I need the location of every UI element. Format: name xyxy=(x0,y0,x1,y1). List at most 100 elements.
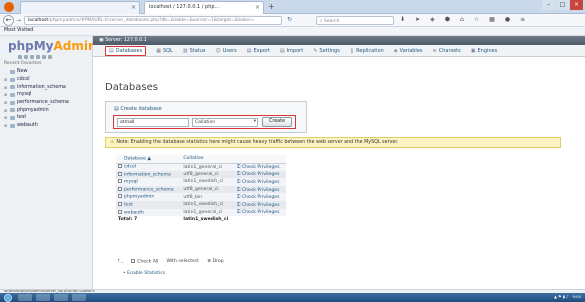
create-button[interactable]: Create xyxy=(262,117,292,127)
tab-replication[interactable]: ❙ Replication xyxy=(350,48,384,54)
docs-icon[interactable] xyxy=(36,55,40,59)
close-icon[interactable]: × xyxy=(255,4,260,11)
logout-icon[interactable] xyxy=(24,55,28,59)
settings-icon[interactable] xyxy=(42,55,46,59)
check-all-checkbox[interactable] xyxy=(131,259,136,263)
check-privileges-link[interactable]: ⚿ Check Privileges xyxy=(234,200,286,209)
tab-charsets[interactable]: ≡ Charsets xyxy=(433,48,461,54)
nav-quick-icons xyxy=(18,55,52,59)
shield-icon[interactable]: ◈ xyxy=(430,16,435,23)
row-checkbox[interactable] xyxy=(118,202,122,207)
addon-icon[interactable]: ● xyxy=(505,16,510,23)
database-link[interactable]: performance_schema xyxy=(124,187,174,192)
check-privileges-link[interactable]: ⚿ Check Privileges xyxy=(234,178,286,186)
close-window-button[interactable]: × xyxy=(570,0,583,10)
database-link[interactable]: phpmyadmin xyxy=(124,195,154,200)
database-link[interactable]: cdcol xyxy=(124,165,136,170)
tree-item-new[interactable]: New xyxy=(4,68,69,76)
help-icon[interactable] xyxy=(30,55,34,59)
row-checkbox[interactable] xyxy=(118,194,122,199)
search-input[interactable]: ⌕ Search xyxy=(316,16,394,25)
tab-status[interactable]: ▥ Status xyxy=(183,48,206,54)
new-tab-button[interactable]: + xyxy=(268,2,275,11)
tree-item-db[interactable]: ⊞ test xyxy=(4,114,69,122)
row-checkbox[interactable] xyxy=(118,186,122,191)
tab-export[interactable]: ▤ Export xyxy=(247,48,270,54)
tree-item-db[interactable]: ⊞ cdcol xyxy=(4,76,69,84)
tab-settings[interactable]: ✎ Settings xyxy=(313,48,340,54)
collation-cell: utf8_bin xyxy=(181,193,235,201)
database-link[interactable]: webauth xyxy=(124,210,144,215)
check-privileges-link[interactable]: ⚿ Check Privileges xyxy=(234,208,286,217)
row-checkbox[interactable] xyxy=(118,209,122,214)
tree-item-db[interactable]: ⊞ performance_schema xyxy=(4,99,69,107)
check-privileges-link[interactable]: ⚿ Check Privileges xyxy=(234,170,286,179)
variables-icon: ◈ xyxy=(393,47,398,54)
tab-users[interactable]: ☺ Users xyxy=(216,48,237,54)
row-checkbox[interactable] xyxy=(118,171,122,176)
download-icon[interactable]: ⬇ xyxy=(400,16,405,23)
send-icon[interactable]: ➤ xyxy=(415,16,420,23)
database-tree: New ⊞ cdcol ⊞ information_schema ⊞ mysql ⊞ p… xyxy=(4,68,69,130)
firefox-logo-icon[interactable] xyxy=(4,2,14,12)
tab-import[interactable]: ▤ Import xyxy=(280,48,303,54)
home-icon[interactable]: ⌂ xyxy=(460,16,464,23)
check-all-control[interactable]: Check All xyxy=(131,259,158,265)
database-link[interactable]: test xyxy=(124,203,133,208)
library-icon[interactable]: ▦ xyxy=(489,16,495,23)
tab-databases[interactable]: ▤ Databases xyxy=(105,45,147,56)
menu-icon[interactable]: ≡ xyxy=(520,16,525,23)
database-icon xyxy=(10,77,15,82)
recent-favorites[interactable]: Recent Favorites xyxy=(4,61,41,66)
database-link[interactable]: mysql xyxy=(124,180,138,185)
check-privileges-link[interactable]: ⚿ Check Privileges xyxy=(234,185,286,194)
home-icon[interactable] xyxy=(18,55,22,59)
bookmark-most-visited[interactable]: Most Visited xyxy=(4,28,33,33)
collation-select[interactable]: Collation ▾ xyxy=(192,117,258,127)
close-icon[interactable]: × xyxy=(131,4,136,11)
check-privileges-link[interactable]: ⚿ Check Privileges xyxy=(234,193,286,201)
database-name-input[interactable]: otmall xyxy=(117,117,189,127)
database-icon xyxy=(10,123,15,128)
tree-item-db[interactable]: ⊞ phpmyadmin xyxy=(4,106,69,114)
enable-statistics-link[interactable]: • Enable Statistics xyxy=(123,271,165,276)
page-title: Databases xyxy=(105,82,158,93)
url-bar[interactable]: localhost/phpmyadmin/#PMAURL-0:server_da… xyxy=(24,16,282,25)
maximize-button[interactable]: □ xyxy=(556,0,569,10)
create-database-link[interactable]: ▤ Create database xyxy=(114,106,162,112)
minimize-button[interactable]: – xyxy=(542,0,555,10)
check-privileges-link[interactable]: ⚿ Check Privileges xyxy=(234,163,286,171)
clock[interactable]: 9:00 xyxy=(572,294,581,299)
bookmark-star-icon[interactable]: ☆ xyxy=(474,16,479,23)
tray-icons[interactable]: ▲ ⚑ ▮ ♪ xyxy=(554,294,568,299)
database-icon xyxy=(10,100,15,105)
drop-button[interactable]: ⊗ Drop xyxy=(207,259,223,265)
row-checkbox[interactable] xyxy=(118,164,122,169)
collation-cell: latin1_swedish_ci xyxy=(181,200,235,209)
back-arrow-icon[interactable]: ← xyxy=(3,15,14,26)
forward-arrow-icon[interactable]: → xyxy=(16,17,21,24)
app-icon[interactable] xyxy=(72,294,86,301)
explorer-icon[interactable] xyxy=(18,294,32,301)
server-breadcrumb[interactable]: ▣ Server: 127.0.0.1 xyxy=(93,36,585,45)
row-checkbox[interactable] xyxy=(118,179,122,184)
browser-tab-1[interactable]: × xyxy=(20,1,140,14)
tab-engines[interactable]: ▣ Engines xyxy=(471,48,497,54)
tree-item-db[interactable]: ⊞ mysql xyxy=(4,91,69,99)
tree-item-db[interactable]: ⊞ information_schema xyxy=(4,83,69,91)
start-button[interactable] xyxy=(4,293,12,302)
database-link[interactable]: information_schema xyxy=(124,172,171,177)
media-icon[interactable] xyxy=(36,294,50,301)
reload-icon[interactable] xyxy=(48,55,52,59)
firefox-icon[interactable] xyxy=(54,294,68,301)
tab-variables[interactable]: ◈ Variables xyxy=(394,48,423,54)
tree-item-db[interactable]: ⊞ webauth xyxy=(4,122,69,130)
pocket-icon[interactable]: ⬢ xyxy=(445,16,450,23)
statistics-notice: ⚠ Note: Enabling the database statistics … xyxy=(105,137,561,148)
reload-icon[interactable]: ↻ xyxy=(287,16,292,23)
tab-sql[interactable]: ▦ SQL xyxy=(156,48,173,54)
column-header-collation[interactable]: Collation xyxy=(181,155,235,164)
column-header-database[interactable]: Database ▲ xyxy=(116,155,182,164)
phpmyadmin-logo[interactable]: phpMyAdmin xyxy=(8,39,97,53)
browser-tab-2[interactable]: localhost / 127.0.0.1 / php... × xyxy=(144,1,264,14)
